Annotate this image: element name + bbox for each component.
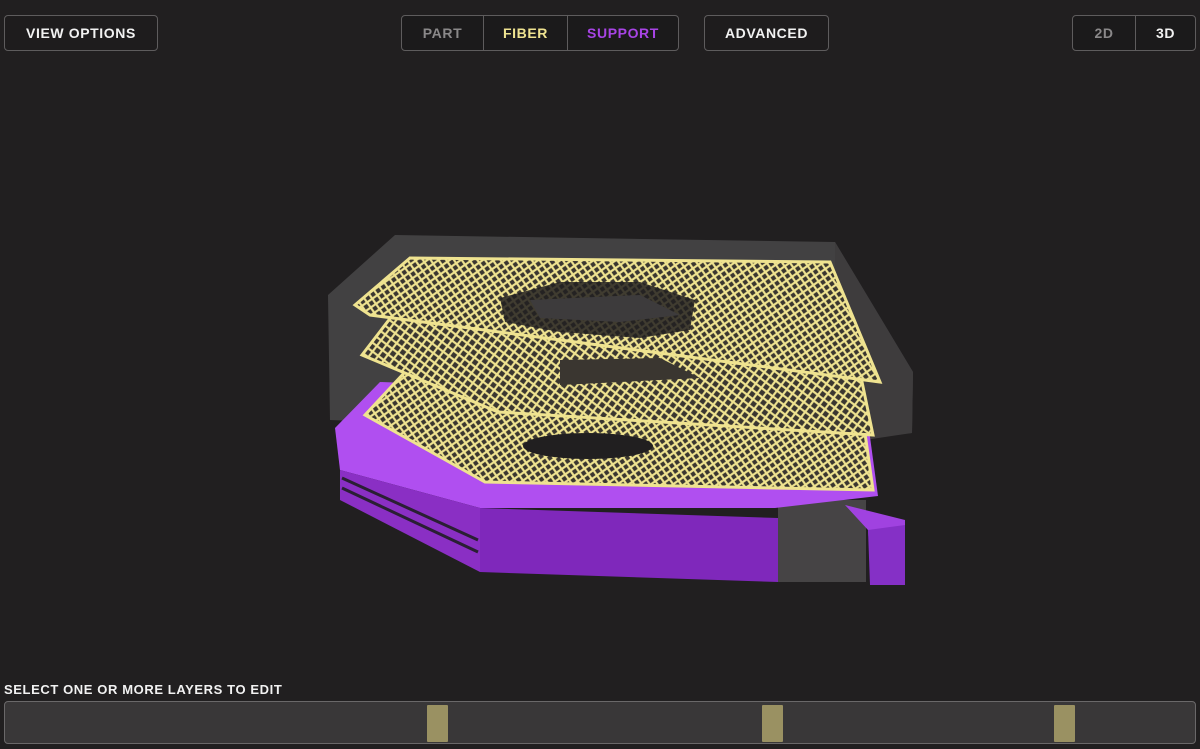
model-viewport[interactable] xyxy=(0,60,1200,680)
view-mode-3d[interactable]: 3D xyxy=(1135,16,1195,50)
layer-marker[interactable] xyxy=(762,705,783,742)
layer-slider-track[interactable] xyxy=(4,701,1196,744)
layer-marker[interactable] xyxy=(1054,705,1075,742)
view-options-button[interactable]: VIEW OPTIONS xyxy=(4,15,158,51)
tab-support[interactable]: SUPPORT xyxy=(567,16,678,50)
layer-marker[interactable] xyxy=(427,705,448,742)
layer-instruction: SELECT ONE OR MORE LAYERS TO EDIT xyxy=(4,682,283,697)
advanced-button[interactable]: ADVANCED xyxy=(704,15,829,51)
material-tabs: PART FIBER SUPPORT xyxy=(401,15,679,51)
tab-fiber[interactable]: FIBER xyxy=(483,16,567,50)
tab-part[interactable]: PART xyxy=(402,16,483,50)
slicer-view: VIEW OPTIONS PART FIBER SUPPORT ADVANCED… xyxy=(0,0,1200,749)
view-mode-2d[interactable]: 2D xyxy=(1073,16,1135,50)
view-mode-toggle: 2D 3D xyxy=(1072,15,1196,51)
